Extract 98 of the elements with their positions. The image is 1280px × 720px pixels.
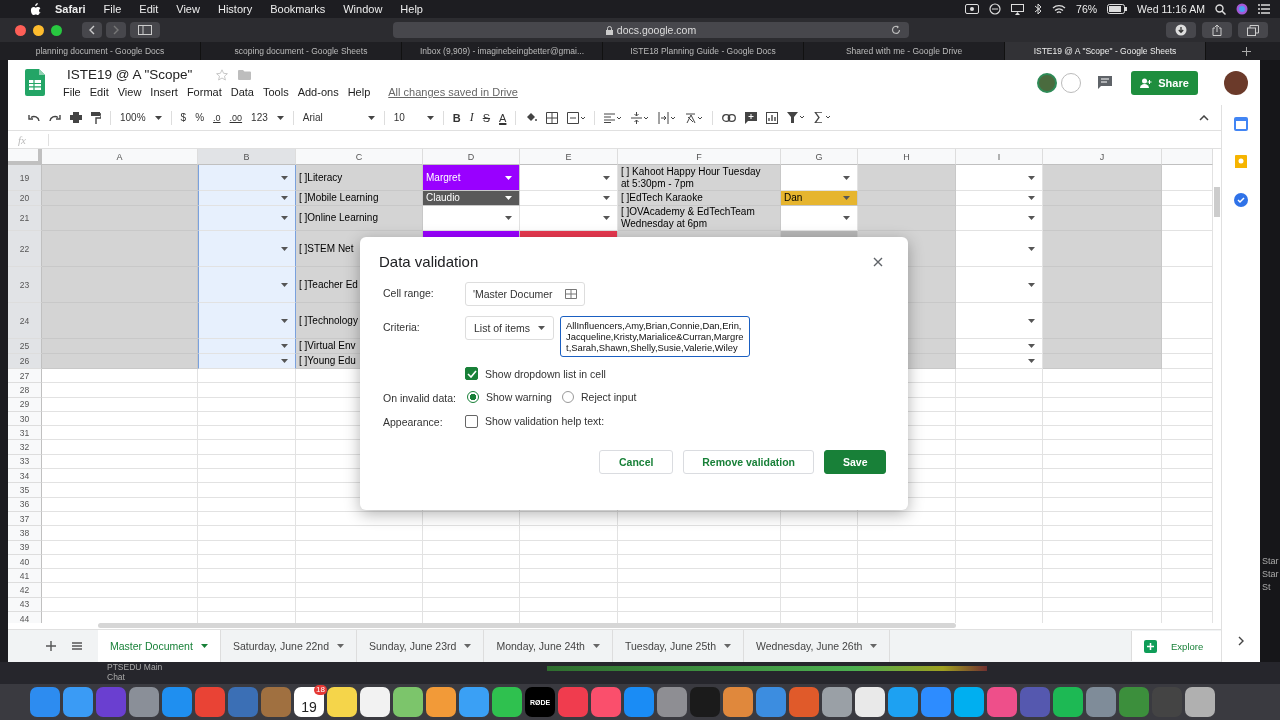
row-header[interactable]: 25 <box>8 339 42 354</box>
text-color-button[interactable]: A <box>499 111 507 124</box>
table-cell[interactable]: Claudio <box>423 191 520 206</box>
background-label: St <box>1261 582 1272 592</box>
sheet-tab[interactable]: Master Document <box>98 630 221 662</box>
checkbox-label: Show dropdown list in cell <box>485 367 606 380</box>
decrease-decimals-button[interactable]: .0 <box>213 112 221 123</box>
menu-item[interactable]: Bookmarks <box>270 3 326 15</box>
strikethrough-button[interactable]: S <box>482 111 491 124</box>
row-header[interactable]: 34 <box>8 469 42 484</box>
formula-label: fx <box>8 133 49 146</box>
table-cell[interactable]: [ ]Online Learning <box>296 206 423 231</box>
row-header[interactable]: 27 <box>8 369 42 384</box>
column-header[interactable]: J <box>1043 149 1162 165</box>
table-cell[interactable]: [ ]Literacy <box>296 165 423 191</box>
column-header[interactable]: B <box>198 149 296 165</box>
menu-item[interactable]: Edit <box>89 86 109 98</box>
table-cell[interactable]: [ ]OVAcademy & EdTechTeam Wednesday at 6pm <box>618 206 781 231</box>
calendar-app-icon[interactable]: 19 18 <box>294 687 324 717</box>
column-header[interactable]: G <box>781 149 858 165</box>
increase-decimals-button[interactable]: .00 <box>229 112 243 123</box>
menu-item[interactable]: Format <box>186 86 222 98</box>
background-label: Star <box>1261 556 1280 566</box>
menu-item[interactable]: View <box>176 3 200 15</box>
battery-percent: 76% <box>1076 3 1098 15</box>
zoom-dropdown[interactable]: 100% <box>120 112 146 123</box>
currency-format-button[interactable]: $ <box>180 112 187 123</box>
row-header[interactable]: 31 <box>8 426 42 441</box>
row-header[interactable]: 21 <box>8 206 42 231</box>
field-label: Appearance: <box>383 415 444 428</box>
menu-item[interactable]: Add-ons <box>297 86 339 98</box>
background-text: PTSEDU Main <box>107 662 164 672</box>
table-cell[interactable]: [ ] Kahoot Happy Hour Tuesday at 5:30pm - 7pm <box>618 165 781 191</box>
field-label: On invalid data: <box>383 391 457 404</box>
save-status-link[interactable]: All changes saved in Drive <box>388 86 518 98</box>
background-label: Star <box>1261 569 1280 579</box>
table-cell[interactable]: [ ]EdTech Karaoke <box>618 191 781 206</box>
menu-item[interactable]: Data <box>230 86 254 98</box>
menu-item[interactable]: History <box>217 3 253 15</box>
menu-item[interactable]: Window <box>343 3 383 15</box>
menu-item[interactable]: File <box>63 86 81 98</box>
table-cell[interactable]: [ ]Mobile Learning <box>296 191 423 206</box>
menu-item[interactable]: Safari <box>55 3 86 15</box>
address-text: docs.google.com <box>616 24 697 36</box>
row-header[interactable]: 20 <box>8 191 42 206</box>
radio-label: Reject input <box>580 391 637 403</box>
menu-item[interactable]: Help <box>400 3 423 15</box>
address-bar[interactable]: docs.google.com <box>393 22 909 38</box>
menu-item[interactable]: Edit <box>139 3 159 15</box>
font-dropdown[interactable]: Arial <box>302 112 359 123</box>
document-title[interactable]: ISTE19 @ A "Scope" <box>67 67 193 82</box>
row-header[interactable]: 26 <box>8 354 42 369</box>
criteria-dropdown[interactable]: List of items <box>465 316 555 340</box>
column-header[interactable]: A <box>42 149 198 165</box>
column-header[interactable]: I <box>956 149 1043 165</box>
bold-button[interactable]: B <box>452 111 461 124</box>
calendar-day: 19 <box>301 697 317 717</box>
background-text: Chat <box>107 672 126 682</box>
row-header[interactable]: 24 <box>8 303 42 339</box>
dialog-button[interactable]: Cancel <box>599 450 674 474</box>
save-button[interactable]: Save <box>824 450 886 474</box>
row-header[interactable]: 38 <box>8 526 42 541</box>
table-cell[interactable]: Dan <box>781 191 858 206</box>
column-header[interactable]: D <box>423 149 520 165</box>
font-size-dropdown[interactable]: 10 <box>393 112 418 123</box>
italic-button[interactable]: I <box>469 110 474 125</box>
row-header[interactable]: 35 <box>8 483 42 498</box>
column-header[interactable]: E <box>520 149 618 165</box>
row-header[interactable]: 41 <box>8 569 42 584</box>
row-header[interactable]: 42 <box>8 583 42 598</box>
column-header[interactable]: H <box>858 149 956 165</box>
row-header[interactable]: 32 <box>8 440 42 455</box>
menu-item[interactable]: View <box>117 86 142 98</box>
menu-item[interactable]: Insert <box>150 86 178 98</box>
field-label: Criteria: <box>383 320 421 335</box>
menu-item[interactable]: File <box>103 3 122 15</box>
clock[interactable]: Wed 11:16 AM <box>1137 3 1205 15</box>
menu-item[interactable]: Help <box>347 86 371 98</box>
row-header[interactable]: 23 <box>8 267 42 303</box>
row-header[interactable]: 44 <box>8 612 42 623</box>
row-header[interactable]: 22 <box>8 231 42 267</box>
table-cell[interactable]: Margret <box>423 165 520 191</box>
row-header[interactable]: 28 <box>8 383 42 398</box>
radio-label: Show warning <box>486 391 552 403</box>
dialog-button[interactable]: Remove validation <box>683 450 814 474</box>
percent-format-button[interactable]: % <box>195 112 205 123</box>
number-format-dropdown[interactable]: 123 <box>251 112 268 123</box>
row-header[interactable]: 19 <box>8 165 42 191</box>
share-button[interactable]: Share <box>1131 70 1198 95</box>
column-header[interactable]: F <box>618 149 781 165</box>
cell-range-field[interactable]: 'Master Documer <box>465 282 585 306</box>
browser-tab[interactable]: ISTE19 @ A "Scope" - Google Sheets <box>1005 42 1206 60</box>
list-items-field[interactable]: AllInfluencers,Amy,Brian,Connie,Dan,Erin,Jacqueline,Kristy,Marialice&Curran,Margret,Sarah,Shawn,Shelly,Susie,Valerie,Wiley <box>560 316 751 357</box>
column-header[interactable]: C <box>296 149 423 165</box>
menu-item[interactable]: Tools <box>262 86 289 98</box>
explore-button[interactable]: Explore <box>1131 631 1222 661</box>
notification-badge: 18 <box>314 685 327 695</box>
checkbox-label: Show validation help text: <box>485 415 605 427</box>
